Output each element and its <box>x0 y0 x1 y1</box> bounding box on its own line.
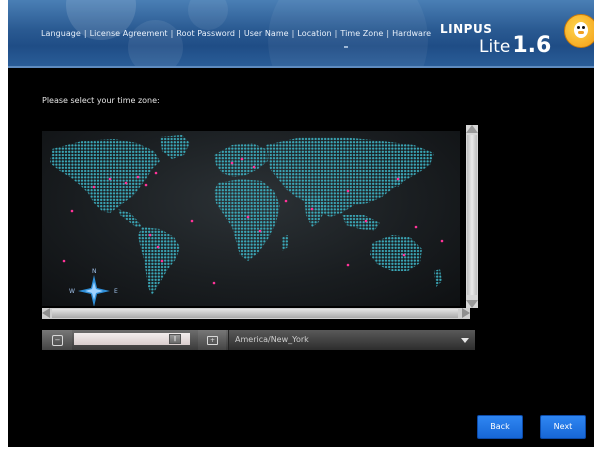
city-marker[interactable] <box>284 199 288 203</box>
header-divider <box>8 66 594 68</box>
step-separator: | <box>83 29 87 38</box>
current-step-indicator <box>344 46 348 48</box>
city-marker[interactable] <box>396 177 400 181</box>
scroll-left-icon[interactable] <box>42 308 50 318</box>
step-separator: | <box>334 29 338 38</box>
chevron-down-icon <box>461 338 469 343</box>
zoom-slider-handle[interactable]: ‖ <box>169 334 181 344</box>
vertical-scroll-thumb[interactable] <box>467 135 477 295</box>
step-separator: | <box>170 29 174 38</box>
step-time-zone: Time Zone <box>340 29 384 38</box>
zoom-in-icon: + <box>207 336 218 345</box>
penguin-face <box>574 22 588 38</box>
city-marker[interactable] <box>70 209 74 213</box>
step-license-agreement: License Agreement <box>89 29 168 38</box>
world-map-graphic: N W E <box>50 135 444 306</box>
map-horizontal-scrollbar[interactable] <box>42 308 470 319</box>
scroll-right-icon[interactable] <box>462 308 470 318</box>
continent-africa <box>214 179 280 261</box>
city-marker[interactable] <box>364 219 368 223</box>
island-new-zealand <box>434 269 442 287</box>
timezone-dropdown[interactable]: America/New_York <box>228 330 475 350</box>
city-marker[interactable] <box>440 239 444 243</box>
continent-north-america <box>50 139 160 213</box>
penguin-eye <box>582 26 585 29</box>
city-marker[interactable] <box>346 189 350 193</box>
timezone-selected-value: America/New_York <box>235 335 309 344</box>
linpus-logo-icon <box>564 14 594 48</box>
zoom-in-button[interactable]: + <box>198 330 226 350</box>
city-marker[interactable] <box>148 233 152 237</box>
city-marker[interactable] <box>346 263 350 267</box>
city-marker[interactable] <box>240 157 244 161</box>
region-southeast-asia <box>342 215 380 231</box>
scroll-up-icon[interactable] <box>466 125 478 133</box>
step-hardware: Hardware <box>392 29 432 38</box>
product-version: Lite1.6 <box>479 33 551 58</box>
continent-south-america <box>138 227 180 295</box>
zoom-out-button[interactable]: − <box>42 330 72 350</box>
city-marker[interactable] <box>230 161 234 165</box>
step-breadcrumb: Language | License Agreement | Root Password… <box>41 29 431 38</box>
continent-europe <box>214 143 268 177</box>
city-marker[interactable] <box>156 245 160 249</box>
city-marker[interactable] <box>414 225 418 229</box>
version-number: 1.6 <box>512 33 552 58</box>
world-map[interactable]: N W E <box>42 131 460 306</box>
compass-north-label: N <box>92 268 97 275</box>
step-separator: | <box>238 29 241 38</box>
continent-greenland <box>160 135 190 159</box>
zoom-out-icon: − <box>52 335 63 346</box>
penguin-beak <box>578 31 584 34</box>
city-marker[interactable] <box>144 183 148 187</box>
horizontal-scroll-thumb[interactable] <box>52 309 458 318</box>
compass-west-label: W <box>69 288 75 295</box>
city-marker[interactable] <box>212 281 216 285</box>
city-marker[interactable] <box>108 177 112 181</box>
penguin-eye <box>577 26 580 29</box>
city-marker[interactable] <box>154 171 158 175</box>
step-separator: | <box>291 29 295 38</box>
timezone-prompt: Please select your time zone: <box>42 96 160 105</box>
city-marker[interactable] <box>124 181 128 185</box>
map-vertical-scrollbar[interactable] <box>466 125 478 308</box>
scroll-down-icon[interactable] <box>466 300 478 308</box>
city-marker[interactable] <box>160 259 164 263</box>
header-decoration <box>128 20 183 66</box>
city-marker[interactable] <box>246 215 250 219</box>
header-decoration <box>188 0 228 30</box>
city-marker[interactable] <box>136 175 140 179</box>
city-marker[interactable] <box>92 185 96 189</box>
island-madagascar <box>282 235 288 251</box>
step-language: Language <box>41 29 81 38</box>
city-marker[interactable] <box>402 253 406 257</box>
city-marker[interactable] <box>258 229 262 233</box>
step-location: Location <box>297 29 332 38</box>
city-marker[interactable] <box>62 259 66 263</box>
next-button[interactable]: Next <box>540 415 586 439</box>
edition-label: Lite <box>479 37 511 57</box>
continent-central-america <box>118 209 142 227</box>
city-marker[interactable] <box>310 207 314 211</box>
header-bar: Language | License Agreement | Root Password… <box>8 0 594 66</box>
step-user-name: User Name <box>243 29 289 38</box>
city-marker[interactable] <box>252 165 256 169</box>
installer-window: Language | License Agreement | Root Password… <box>8 0 594 447</box>
city-marker[interactable] <box>190 219 194 223</box>
zoom-slider[interactable]: ‖ <box>74 333 190 345</box>
step-separator: | <box>386 29 390 38</box>
map-controls: − ‖ + America/New_York <box>42 330 475 350</box>
continent-asia <box>266 137 434 217</box>
compass-rose-icon: N W E <box>69 268 118 306</box>
continent-australia <box>370 235 422 271</box>
region-india <box>304 197 326 227</box>
back-button[interactable]: Back <box>477 415 523 439</box>
compass-east-label: E <box>114 288 118 295</box>
step-root-password: Root Password <box>176 29 236 38</box>
